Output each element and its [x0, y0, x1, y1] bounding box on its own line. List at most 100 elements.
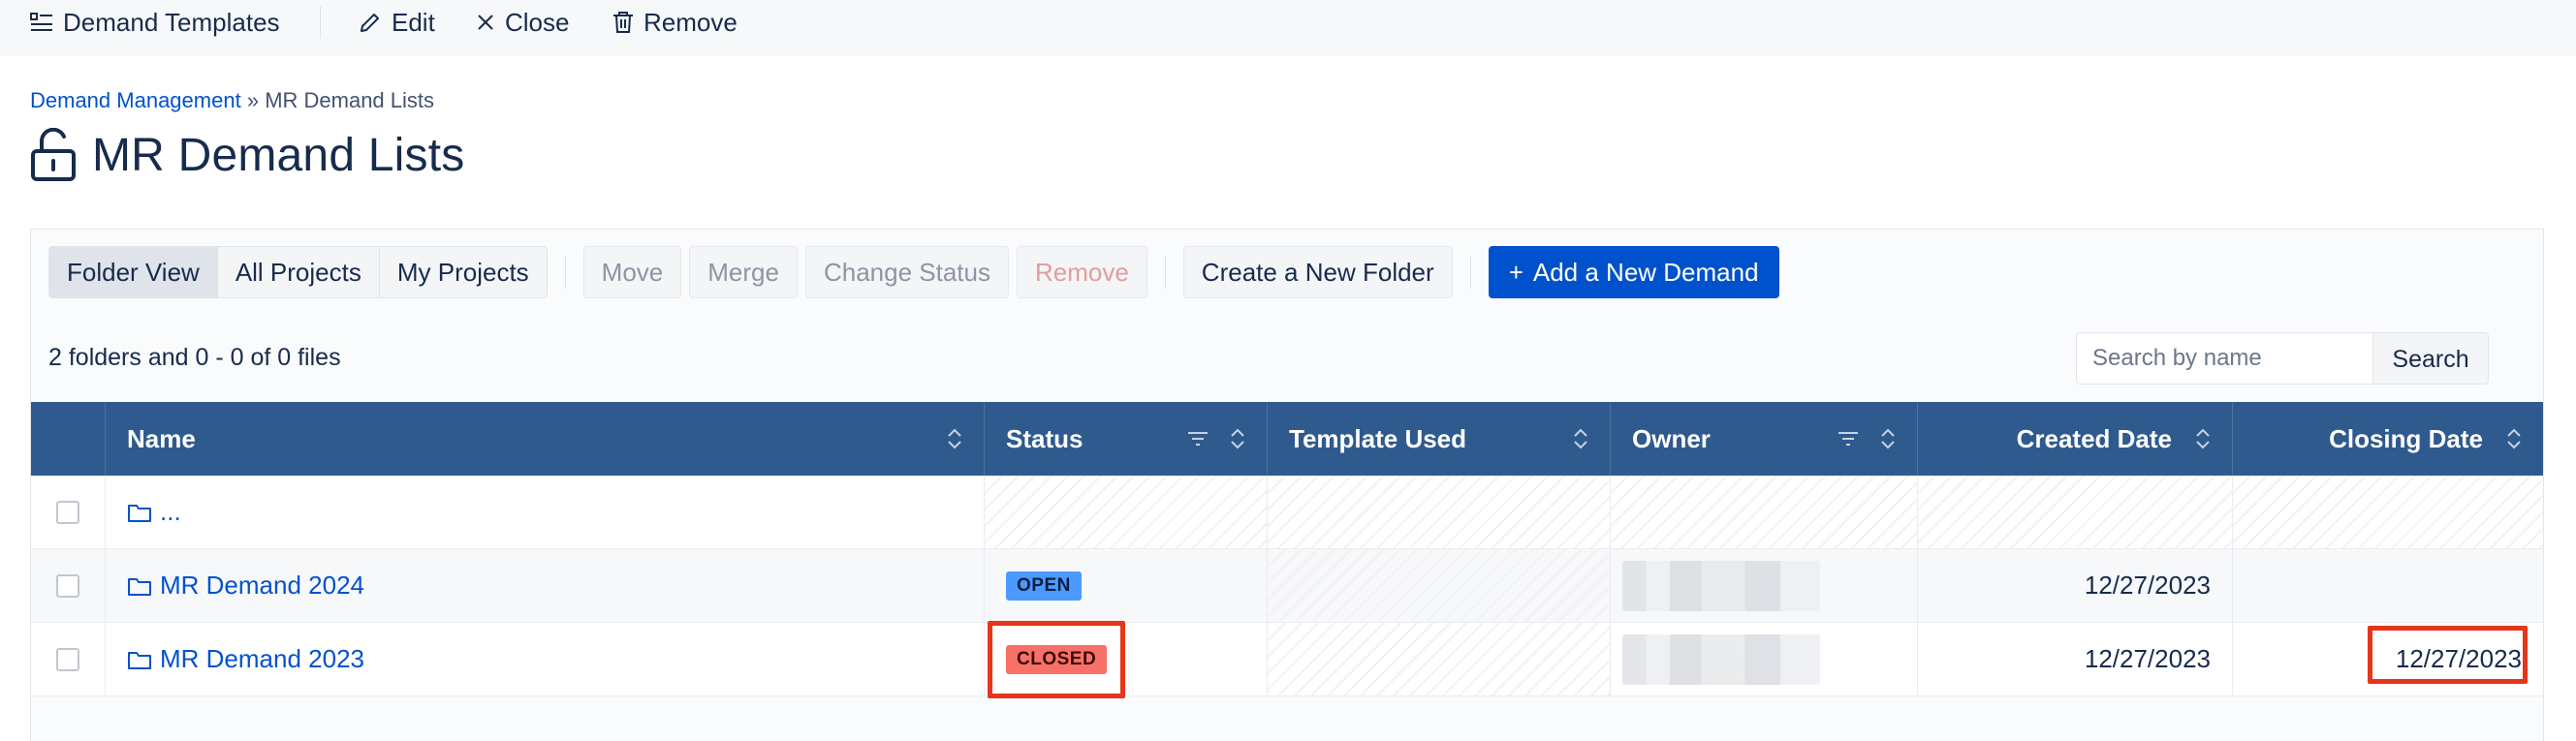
unlock-icon	[31, 128, 76, 181]
folder-icon	[128, 504, 151, 522]
folder-name: MR Demand 2023	[160, 644, 364, 673]
row-select-cell	[31, 623, 106, 695]
folder-name: MR Demand 2024	[160, 571, 364, 600]
view-switcher: Folder View All Projects My Projects	[48, 246, 548, 298]
closing-cell	[2233, 476, 2543, 548]
remove-button[interactable]: Remove	[1016, 246, 1147, 298]
template-cell	[1268, 549, 1611, 622]
item-count: 2 folders and 0 - 0 of 0 files	[48, 344, 341, 371]
column-header-created[interactable]: Created Date	[1918, 402, 2233, 476]
column-header-owner[interactable]: Owner	[1611, 402, 1918, 476]
owner-cell	[1611, 476, 1918, 548]
change-status-button[interactable]: Change Status	[804, 246, 1009, 298]
folder-link[interactable]: ...	[127, 497, 181, 527]
column-header-closing[interactable]: Closing Date	[2233, 402, 2543, 476]
created-cell: 12/27/2023	[1918, 549, 2233, 622]
table-row[interactable]: ...	[31, 476, 2543, 549]
closing-date-highlight-box	[2368, 626, 2528, 684]
close-label: Close	[505, 7, 570, 37]
sort-icon[interactable]	[2506, 428, 2522, 449]
trash-icon	[613, 12, 633, 33]
plus-icon: +	[1508, 258, 1524, 287]
status-cell	[985, 476, 1268, 548]
page-header: MR Demand Lists	[30, 124, 464, 186]
column-owner-label: Owner	[1632, 423, 1711, 453]
select-all-header	[31, 402, 106, 476]
sort-icon[interactable]	[1880, 428, 1896, 449]
merge-button[interactable]: Merge	[689, 246, 798, 298]
sort-icon[interactable]	[1230, 428, 1245, 449]
edit-label: Edit	[392, 7, 435, 37]
sort-icon[interactable]	[1573, 428, 1588, 449]
row-checkbox[interactable]	[56, 573, 79, 598]
owner-cell	[1611, 623, 1918, 695]
column-closing-label: Closing Date	[2329, 423, 2483, 453]
table-row[interactable]: MR Demand 2023 CLOSED 12/27/2023 12/27/2…	[31, 623, 2543, 696]
owner-blurred	[1622, 560, 1820, 611]
created-cell	[1918, 476, 2233, 548]
table-header: Name Status Template Used Owner Created …	[31, 402, 2543, 476]
filter-icon[interactable]	[1838, 430, 1859, 448]
name-cell: ...	[106, 476, 985, 548]
name-cell: MR Demand 2023	[106, 623, 985, 695]
folder-icon	[128, 651, 151, 669]
column-status-label: Status	[1006, 423, 1084, 453]
template-cell	[1268, 623, 1611, 695]
add-demand-button[interactable]: + Add a New Demand	[1488, 246, 1779, 298]
column-header-status[interactable]: Status	[985, 402, 1268, 476]
demand-templates-label: Demand Templates	[63, 7, 280, 37]
search-input[interactable]	[2076, 332, 2372, 385]
table-row[interactable]: MR Demand 2024 OPEN 12/27/2023	[31, 549, 2543, 623]
demand-templates-button[interactable]: Demand Templates	[30, 0, 280, 45]
move-button[interactable]: Move	[582, 246, 682, 298]
pencil-icon	[361, 14, 379, 32]
sort-icon[interactable]	[947, 428, 962, 449]
breadcrumb-separator: »	[246, 88, 260, 112]
column-template-label: Template Used	[1289, 423, 1467, 453]
search-button[interactable]: Search	[2372, 332, 2489, 385]
row-checkbox[interactable]	[56, 647, 79, 671]
filter-icon[interactable]	[1187, 430, 1209, 448]
action-divider	[564, 256, 566, 289]
add-demand-label: Add a New Demand	[1532, 258, 1759, 287]
create-folder-button[interactable]: Create a New Folder	[1182, 246, 1453, 298]
closing-cell	[2233, 549, 2543, 622]
column-header-template[interactable]: Template Used	[1268, 402, 1611, 476]
name-cell: MR Demand 2024	[106, 549, 985, 622]
search-bar: Search	[2076, 332, 2489, 385]
action-bar: Folder View All Projects My Projects Mov…	[48, 245, 1787, 299]
column-header-name[interactable]: Name	[106, 402, 985, 476]
breadcrumb: Demand Management » MR Demand Lists	[30, 88, 434, 113]
folder-view-tab[interactable]: Folder View	[49, 247, 218, 297]
row-select-cell	[31, 476, 106, 548]
remove-toolbar-button[interactable]: Remove	[613, 0, 738, 45]
close-icon	[478, 15, 493, 30]
folder-link[interactable]: MR Demand 2023	[127, 644, 364, 674]
status-highlight-box	[988, 621, 1125, 698]
row-select-cell	[31, 549, 106, 622]
column-created-label: Created Date	[2016, 423, 2172, 453]
demand-table: Name Status Template Used Owner Created …	[31, 402, 2543, 696]
folder-icon	[128, 577, 151, 596]
status-cell: OPEN	[985, 549, 1268, 622]
breadcrumb-link-demand-management[interactable]: Demand Management	[30, 88, 241, 112]
row-checkbox[interactable]	[56, 500, 79, 524]
top-toolbar: Demand Templates Edit Close Remove	[0, 0, 2576, 56]
list-panel: Folder View All Projects My Projects Mov…	[30, 229, 2544, 741]
toolbar-divider	[320, 6, 321, 39]
status-badge: OPEN	[1006, 571, 1082, 601]
created-cell: 12/27/2023	[1918, 623, 2233, 695]
all-projects-tab[interactable]: All Projects	[218, 247, 380, 297]
close-button[interactable]: Close	[476, 0, 569, 45]
edit-button[interactable]: Edit	[359, 0, 435, 45]
my-projects-tab[interactable]: My Projects	[380, 247, 547, 297]
owner-blurred	[1622, 633, 1820, 685]
template-cell	[1268, 476, 1611, 548]
folder-link[interactable]: MR Demand 2024	[127, 571, 364, 601]
breadcrumb-current: MR Demand Lists	[265, 88, 435, 112]
owner-cell	[1611, 549, 1918, 622]
list-icon	[30, 13, 52, 31]
folder-name: ...	[160, 497, 181, 526]
sort-icon[interactable]	[2195, 428, 2211, 449]
page-title: MR Demand Lists	[92, 129, 465, 181]
